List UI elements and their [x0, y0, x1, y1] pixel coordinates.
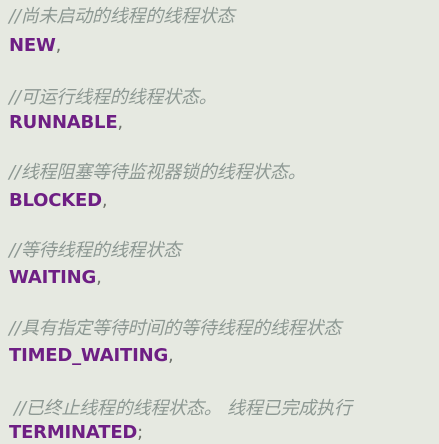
comment-runnable: //可运行线程的线程状态。: [9, 87, 217, 108]
punctuation: ,: [96, 267, 102, 288]
code-line-timed-waiting: TIMED_WAITING,: [9, 345, 174, 367]
enum-constant-timed-waiting: TIMED_WAITING: [9, 345, 169, 366]
punctuation: ;: [137, 422, 144, 443]
punctuation: ,: [101, 190, 108, 211]
enum-constant-runnable: RUNNABLE: [9, 112, 118, 133]
punctuation: ,: [117, 112, 123, 133]
code-editor-pane: //尚未启动的线程的线程状态 NEW, //可运行线程的线程状态。 RUNNAB…: [0, 0, 439, 444]
comment-blocked: //线程阻塞等待监视器锁的线程状态。: [9, 162, 306, 183]
comment-terminated: //已终止线程的线程状态。 线程已完成执行: [14, 398, 352, 419]
code-line-terminated: TERMINATED;: [9, 422, 143, 444]
code-line-runnable: RUNNABLE,: [9, 112, 123, 134]
comment-waiting: //等待线程的线程状态: [9, 240, 181, 261]
punctuation: ,: [55, 35, 62, 56]
code-line-new: NEW,: [9, 35, 61, 57]
enum-constant-blocked: BLOCKED: [9, 190, 102, 211]
code-line-blocked: BLOCKED,: [9, 190, 108, 212]
enum-constant-terminated: TERMINATED: [9, 422, 138, 443]
comment-timed-waiting: //具有指定等待时间的等待线程的线程状态: [9, 318, 342, 339]
comment-new: //尚未启动的线程的线程状态: [9, 6, 235, 27]
enum-constant-waiting: WAITING: [9, 267, 97, 288]
punctuation: ,: [168, 345, 174, 366]
code-line-waiting: WAITING,: [9, 267, 102, 289]
enum-constant-new: NEW: [9, 35, 56, 56]
